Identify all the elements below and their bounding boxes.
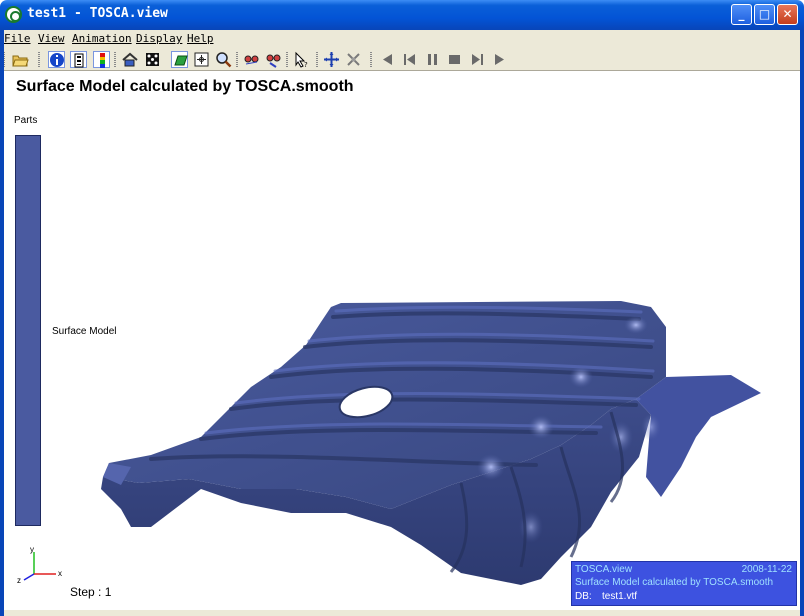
toolbar: ? [0, 48, 804, 71]
triad-z-label: z [17, 576, 21, 584]
3d-viewport[interactable]: Surface Model calculated by TOSCA.smooth… [6, 72, 798, 610]
glasses-icon[interactable] [243, 51, 260, 68]
info-app-name: TOSCA.view [575, 564, 633, 575]
fit-view-icon[interactable] [193, 51, 210, 68]
info-db-label: DB: [575, 591, 592, 602]
stop-icon[interactable] [446, 51, 463, 68]
toolbar-grip[interactable] [236, 52, 238, 67]
toolbar-grip[interactable] [114, 52, 116, 67]
dice-icon[interactable] [144, 51, 161, 68]
window-frame-left [0, 30, 4, 616]
info-icon[interactable] [48, 51, 65, 68]
info-date: 2008-11-22 [741, 564, 792, 575]
toolbar-grip[interactable] [370, 52, 372, 67]
window-title: test1 - TOSCA.view [27, 6, 168, 21]
step-forward-icon[interactable] [469, 51, 486, 68]
svg-text:?: ? [304, 61, 308, 68]
toolbar-grip[interactable] [286, 52, 288, 67]
zoom-icon[interactable] [215, 51, 232, 68]
first-frame-icon[interactable] [379, 51, 396, 68]
menu-animation[interactable]: Animation [72, 32, 132, 45]
part-color-bar[interactable] [15, 135, 41, 526]
step-indicator: Step : 1 [70, 585, 112, 599]
menu-view[interactable]: View [38, 32, 65, 45]
viewport-heading: Surface Model calculated by TOSCA.smooth [16, 78, 354, 95]
info-description: Surface Model calculated by TOSCA.smooth [575, 577, 774, 588]
pick-pointer-icon[interactable]: ? [293, 51, 310, 68]
title-bar[interactable]: test1 - TOSCA.view _ □ ✕ [0, 0, 804, 30]
toolbar-grip[interactable] [38, 52, 40, 67]
open-folder-icon[interactable] [12, 51, 29, 68]
close-button[interactable]: ✕ [777, 4, 798, 25]
rotate-icon[interactable] [345, 51, 362, 68]
play-icon[interactable] [491, 51, 508, 68]
info-db-file: test1.vtf [602, 591, 638, 602]
menu-bar: File View Animation Display Help [0, 30, 804, 48]
menu-help[interactable]: Help [187, 32, 214, 45]
step-back-icon[interactable] [401, 51, 418, 68]
app-icon[interactable] [5, 6, 22, 23]
minimize-button[interactable]: _ [731, 4, 752, 25]
home-view-icon[interactable] [121, 51, 138, 68]
status-bar [0, 610, 804, 616]
parts-label: Parts [14, 115, 38, 126]
move-icon[interactable] [323, 51, 340, 68]
menu-file[interactable]: File [4, 32, 31, 45]
toolbar-grip[interactable] [316, 52, 318, 67]
color-scale-icon[interactable] [93, 51, 110, 68]
menu-display[interactable]: Display [136, 32, 182, 45]
info-panel: TOSCA.view 2008-11-22 Surface Model calc… [571, 561, 797, 606]
legend-icon[interactable] [70, 51, 87, 68]
triad-y-label: y [30, 545, 34, 554]
shaded-icon[interactable] [171, 51, 188, 68]
pause-icon[interactable] [424, 51, 441, 68]
axis-triad: y x z [17, 545, 62, 584]
maximize-button[interactable]: □ [754, 4, 775, 25]
glasses-select-icon[interactable] [265, 51, 282, 68]
triad-x-label: x [58, 569, 62, 578]
surface-model[interactable] [91, 227, 761, 585]
window-frame-right [800, 30, 804, 616]
